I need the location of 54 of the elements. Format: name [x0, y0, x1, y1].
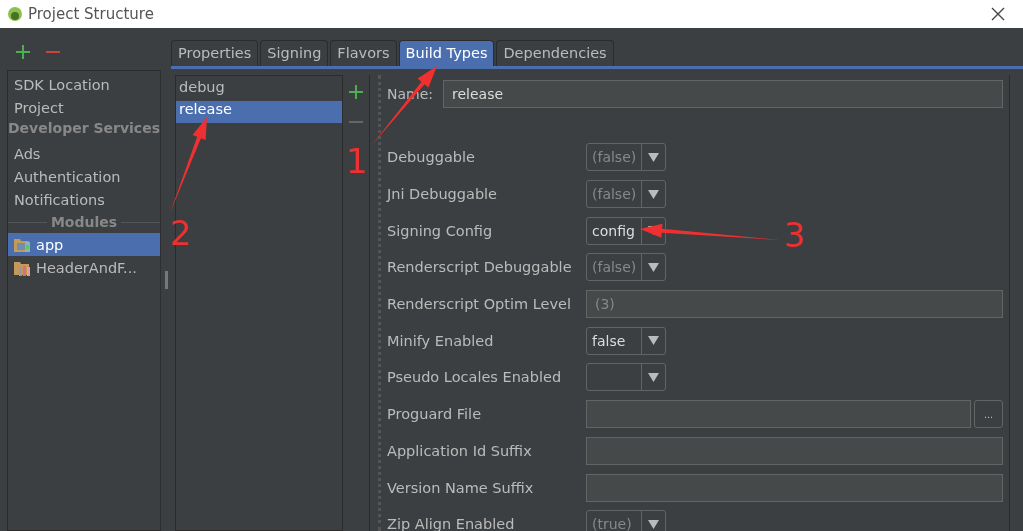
- field-label: Renderscript Debuggable: [387, 259, 573, 276]
- tab[interactable]: Signing: [260, 40, 329, 66]
- field-label: Jni Debuggable: [387, 186, 499, 203]
- name-field[interactable]: release: [443, 80, 1003, 108]
- library-folder-icon: [14, 259, 32, 276]
- sidebar-item[interactable]: HeaderAndF...: [8, 256, 160, 279]
- dropdown-arrow-icon: [648, 152, 659, 162]
- field-label: Minify Enabled: [387, 332, 495, 349]
- tab[interactable]: Dependencies: [496, 40, 614, 66]
- sidebar-item[interactable]: Authentication: [8, 165, 160, 188]
- tab[interactable]: Build Types: [398, 40, 495, 66]
- splitter-handle-icon[interactable]: [164, 270, 168, 289]
- dropdown-arrow-icon: [648, 372, 659, 382]
- build-type-item[interactable]: release: [176, 101, 342, 123]
- build-type-item[interactable]: debug: [176, 79, 342, 101]
- input-field[interactable]: [586, 400, 971, 429]
- field-label: Debuggable: [387, 149, 476, 166]
- dropdown[interactable]: (false): [586, 143, 666, 172]
- input-field[interactable]: [586, 473, 1003, 502]
- sidebar-section-label: Modules: [50, 214, 118, 230]
- android-logo-icon: [8, 7, 22, 21]
- window-title: Project Structure: [28, 5, 154, 23]
- add-icon[interactable]: [349, 85, 363, 99]
- field-label: Renderscript Optim Level: [387, 296, 572, 313]
- sidebar-item[interactable]: SDK Location: [8, 73, 160, 96]
- dropdown-arrow-icon: [648, 519, 659, 529]
- annotation-number: 1: [346, 141, 368, 181]
- close-icon[interactable]: [991, 7, 1005, 21]
- tab[interactable]: Flavors: [330, 40, 397, 66]
- annotation-number: 2: [170, 213, 192, 253]
- sidebar-item[interactable]: app: [8, 233, 160, 256]
- dropdown-arrow-icon: [648, 336, 659, 346]
- dropdown[interactable]: false: [586, 326, 666, 355]
- sidebar-header: Developer Services: [8, 119, 160, 138]
- tab[interactable]: Properties: [171, 40, 259, 66]
- field-label: Application Id Suffix: [387, 442, 533, 459]
- dropdown-arrow-icon: [648, 262, 659, 272]
- dropdown[interactable]: (false): [586, 253, 666, 282]
- sidebar-item[interactable]: Ads: [8, 142, 160, 165]
- annotation-number: 3: [784, 215, 806, 255]
- add-icon[interactable]: [15, 44, 31, 60]
- field-label: Pseudo Locales Enabled: [387, 369, 563, 386]
- sidebar-item[interactable]: Project: [8, 96, 160, 119]
- field-label: Proguard File: [387, 406, 483, 423]
- dropdown[interactable]: (false): [586, 180, 666, 209]
- dropdown[interactable]: [586, 363, 666, 392]
- sidebar-item[interactable]: Notifications: [8, 188, 160, 211]
- dropdown[interactable]: (true): [586, 510, 666, 531]
- field-label: Signing Config: [387, 222, 494, 239]
- browse-button[interactable]: ...: [974, 400, 1003, 429]
- input-field[interactable]: [586, 436, 1003, 465]
- module-folder-icon: [14, 236, 32, 253]
- dropdown-arrow-icon: [648, 189, 659, 199]
- field-label: Version Name Suffix: [387, 479, 535, 496]
